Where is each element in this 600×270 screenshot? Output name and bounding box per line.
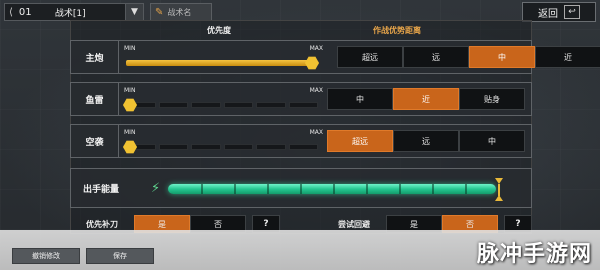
range-option[interactable]: 超远 [337, 46, 403, 68]
row-label: 主炮 [71, 41, 119, 73]
row-label: 出手能量 [82, 184, 119, 195]
tactic-name-field[interactable]: ✎ 战术名 [150, 3, 212, 21]
slider-min-label: MIN [124, 45, 136, 52]
priority-slider[interactable]: MIN MAX [123, 83, 323, 115]
row-main-gun: 主炮 MIN MAX 超远 远 中 近 [70, 40, 600, 74]
range-option[interactable]: 远 [393, 130, 459, 152]
slider-min-label: MIN [124, 129, 136, 136]
row-torpedo: 鱼雷 MIN MAX 中 近 贴身 [70, 82, 532, 116]
range-option[interactable]: 超远 [327, 130, 393, 152]
lightning-icon: ⚡ [151, 181, 161, 196]
range-options: 中 近 贴身 [327, 88, 525, 110]
row-attack-energy: 出手能量 ⚡ [70, 168, 532, 208]
revert-button[interactable]: 撤销修改 [12, 248, 80, 264]
bracket-icon: ⟨ [9, 6, 13, 18]
range-options: 超远 远 中 近 [337, 46, 600, 68]
row-label: 空袭 [71, 125, 119, 157]
return-icon: ↩ [564, 5, 580, 19]
tactic-slot-selector[interactable]: ⟨ 01 战术[1] ▼ [4, 3, 144, 21]
range-option[interactable]: 贴身 [459, 88, 525, 110]
range-option[interactable]: 中 [327, 88, 393, 110]
slider-max-label: MAX [309, 45, 323, 52]
energy-bar[interactable] [168, 184, 496, 194]
back-button[interactable]: 返回 ↩ [522, 2, 596, 22]
slot-number: 01 [18, 6, 32, 18]
slot-label: 战术[1] [54, 8, 86, 19]
row-air-strike: 空袭 MIN MAX 超远 远 中 [70, 124, 532, 158]
slider-handle[interactable] [305, 56, 319, 70]
range-option[interactable]: 近 [393, 88, 459, 110]
range-options: 超远 远 中 [327, 130, 525, 152]
back-label: 返回 [538, 8, 558, 20]
chevron-down-icon[interactable]: ▼ [125, 4, 143, 20]
range-option[interactable]: 近 [535, 46, 600, 68]
toggle-label: 优先补刀 [86, 219, 118, 229]
slider-track [126, 102, 318, 108]
toggle-label: 尝试回避 [338, 219, 370, 229]
slider-min-label: MIN [124, 87, 136, 94]
energy-marker-bottom [495, 195, 503, 201]
range-header: 作战优势距离 [373, 26, 421, 35]
slider-fill [126, 60, 314, 66]
range-option[interactable]: 中 [459, 130, 525, 152]
pencil-icon: ✎ [155, 6, 164, 18]
priority-header: 优先度 [207, 26, 231, 35]
site-watermark: 脉冲手游网 [476, 242, 592, 267]
slider-handle[interactable] [123, 140, 137, 154]
priority-slider[interactable]: MIN MAX [123, 41, 323, 73]
priority-slider[interactable]: MIN MAX [123, 125, 323, 157]
slider-max-label: MAX [309, 129, 323, 136]
tactic-name-placeholder: 战术名 [167, 7, 192, 17]
slider-handle[interactable] [123, 98, 137, 112]
range-option[interactable]: 中 [469, 46, 535, 68]
slider-track [126, 144, 318, 150]
save-button[interactable]: 保存 [86, 248, 154, 264]
row-label: 鱼雷 [71, 83, 119, 115]
range-option[interactable]: 远 [403, 46, 469, 68]
slider-max-label: MAX [309, 87, 323, 94]
